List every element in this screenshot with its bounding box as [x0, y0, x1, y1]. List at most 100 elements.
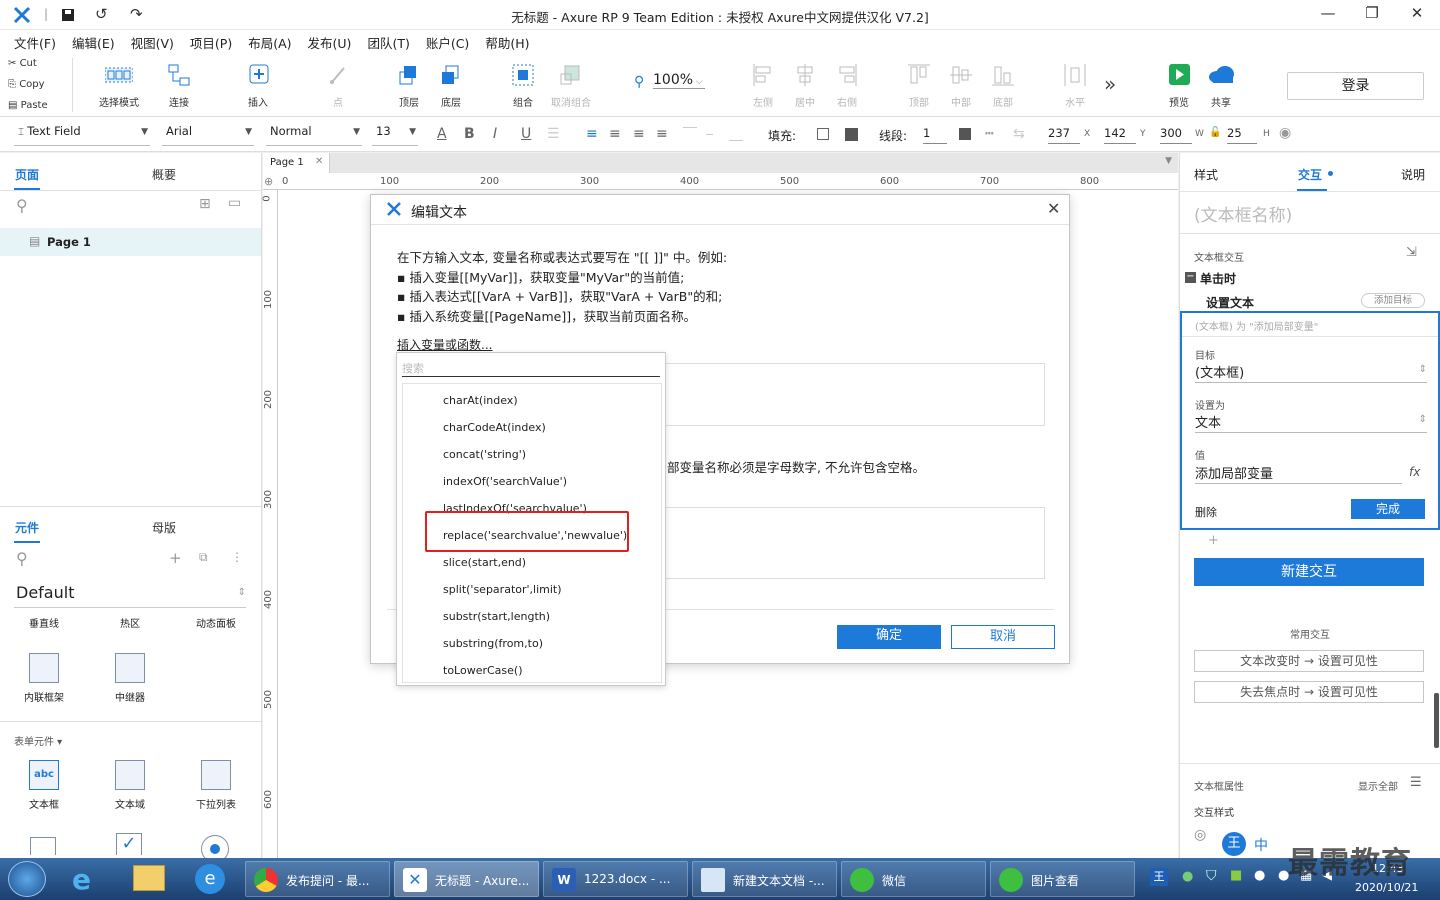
- search-icon[interactable]: ⚲: [16, 549, 28, 568]
- set-to-select[interactable]: 文本 ⇕: [1195, 412, 1427, 433]
- delete-action-link[interactable]: 删除: [1195, 504, 1217, 520]
- widget-text-field[interactable]: abc 文本框: [14, 760, 74, 811]
- function-item[interactable]: charCodeAt(index): [443, 421, 546, 434]
- library-select[interactable]: Default ⇕: [14, 583, 246, 608]
- insert-button[interactable]: 插入: [230, 62, 286, 109]
- close-tab-icon[interactable]: ✕: [315, 156, 323, 167]
- explorer-folder-icon[interactable]: [133, 865, 165, 891]
- radio-icon[interactable]: ◎: [1194, 827, 1206, 843]
- add-library-icon[interactable]: +: [169, 549, 182, 567]
- function-item[interactable]: toLowerCase(): [443, 664, 523, 677]
- ime-mode-indicator[interactable]: 中: [1254, 835, 1268, 855]
- font-family-select[interactable]: Arial ▼: [162, 124, 254, 146]
- cancel-button[interactable]: 取消: [951, 625, 1055, 649]
- common-interaction-text-change[interactable]: 文本改变时 → 设置可见性: [1194, 650, 1424, 672]
- function-item[interactable]: substring(from,to): [443, 637, 543, 650]
- tab-masters[interactable]: 母版: [152, 519, 176, 536]
- expand-icon[interactable]: ⇲: [1406, 245, 1417, 260]
- insert-variable-link[interactable]: 插入变量或函数...: [397, 336, 492, 353]
- ungroup-button[interactable]: 取消组合: [543, 62, 599, 109]
- done-button[interactable]: 完成: [1351, 499, 1425, 519]
- add-folder-icon[interactable]: ▭: [228, 195, 241, 211]
- menu-project[interactable]: 项目(P): [190, 33, 232, 52]
- collapse-minus-icon[interactable]: −: [1185, 272, 1196, 283]
- page-item-page1[interactable]: ▤ Page 1: [0, 228, 261, 256]
- lock-ratio-icon[interactable]: 🔓: [1209, 127, 1221, 138]
- minimize-button[interactable]: —: [1316, 4, 1340, 26]
- tab-notes[interactable]: 说明: [1401, 166, 1425, 183]
- send-to-back-button[interactable]: 底层: [423, 62, 479, 109]
- cut-button[interactable]: ✂ Cut: [8, 58, 37, 69]
- menu-file[interactable]: 文件(F): [14, 33, 56, 52]
- tab-style[interactable]: 样式: [1194, 166, 1218, 183]
- widget-inline-frame[interactable]: 内联框架: [14, 653, 74, 704]
- width-input[interactable]: 300: [1160, 126, 1192, 144]
- common-interaction-lost-focus[interactable]: 失去焦点时 → 设置可见性: [1194, 681, 1424, 703]
- menu-arrange[interactable]: 布局(A): [248, 33, 291, 52]
- align-text-right-icon[interactable]: ≡: [633, 126, 645, 142]
- valign-middle-icon[interactable]: ⎯: [706, 126, 713, 142]
- task-chrome[interactable]: 发布提问 - 最...: [245, 861, 390, 897]
- height-input[interactable]: 25: [1227, 126, 1257, 144]
- distribute-horizontal-button[interactable]: 水平: [1047, 62, 1103, 109]
- bold-icon[interactable]: B: [464, 126, 475, 142]
- dialog-close-button[interactable]: ✕: [1047, 199, 1060, 218]
- widget-repeater[interactable]: 中继器: [100, 653, 160, 704]
- menu-help[interactable]: 帮助(H): [485, 33, 529, 52]
- task-axure[interactable]: ✕ 无标题 - Axure...: [394, 861, 539, 897]
- align-text-justify-icon[interactable]: ≡: [656, 126, 668, 142]
- tab-widgets[interactable]: 元件: [15, 519, 39, 536]
- align-text-center-icon[interactable]: ≡: [609, 126, 621, 142]
- valign-bottom-icon[interactable]: ⎽: [729, 126, 743, 142]
- underline-icon[interactable]: U: [521, 126, 531, 142]
- font-style-select[interactable]: Normal ▼: [266, 124, 362, 146]
- library-copy-icon[interactable]: ⧉: [199, 550, 208, 565]
- tray-qq-icon[interactable]: ●: [1254, 868, 1265, 883]
- tab-list-chevron-icon[interactable]: ▼: [1165, 156, 1172, 166]
- new-interaction-button[interactable]: 新建交互: [1194, 558, 1424, 586]
- widget-vertical-line[interactable]: 垂直线: [14, 615, 74, 630]
- login-button[interactable]: 登录: [1287, 72, 1424, 100]
- tab-outline[interactable]: 概要: [152, 166, 176, 183]
- value-input[interactable]: 添加局部变量: [1195, 463, 1402, 484]
- align-text-left-icon[interactable]: ≡: [586, 126, 598, 142]
- task-notepad[interactable]: 新建文本文档 -...: [692, 861, 837, 897]
- form-widgets-section[interactable]: 表单元件 ▾: [14, 733, 62, 748]
- function-item[interactable]: indexOf('searchValue'): [443, 475, 567, 488]
- widget-type-select[interactable]: ⌶ Text Field ▼: [14, 124, 150, 146]
- task-image-viewer[interactable]: 图片查看: [990, 861, 1135, 897]
- font-size-select[interactable]: 13 ▼: [372, 124, 418, 146]
- italic-icon[interactable]: I: [493, 126, 497, 142]
- browser-icon[interactable]: e: [195, 864, 225, 894]
- checkbox-icon[interactable]: ✓: [116, 833, 142, 855]
- function-item[interactable]: concat('string'): [443, 448, 526, 461]
- function-item[interactable]: substr(start,length): [443, 610, 550, 623]
- tab-page1[interactable]: Page 1 ✕: [263, 153, 330, 173]
- start-button[interactable]: [8, 861, 46, 897]
- widget-name-input[interactable]: (文本框名称): [1194, 201, 1292, 226]
- line-width-input[interactable]: 1: [923, 126, 947, 144]
- connect-button[interactable]: 连接: [151, 62, 207, 109]
- scrollbar-thumb[interactable]: [1434, 693, 1439, 748]
- function-item[interactable]: slice(start,end): [443, 556, 526, 569]
- align-right-button[interactable]: 右侧: [819, 62, 875, 109]
- tray-nvidia-icon[interactable]: ■: [1230, 868, 1242, 883]
- menu-edit[interactable]: 编辑(E): [72, 33, 115, 52]
- tray-wechat-icon[interactable]: ●: [1182, 869, 1193, 884]
- search-icon[interactable]: ⚲: [16, 196, 28, 215]
- fill-color-swatch[interactable]: [817, 128, 829, 140]
- fill-image-icon[interactable]: [845, 128, 858, 141]
- add-target-button[interactable]: 添加目标: [1361, 293, 1425, 308]
- menu-account[interactable]: 账户(C): [426, 33, 469, 52]
- x-input[interactable]: 237: [1048, 126, 1080, 144]
- point-button[interactable]: 点: [310, 62, 366, 109]
- menu-view[interactable]: 视图(V): [131, 33, 174, 52]
- widget-text-area[interactable]: 文本域: [100, 760, 160, 811]
- action-set-text[interactable]: 设置文本: [1206, 294, 1254, 311]
- widget-dynamic-panel[interactable]: 动态面板: [186, 615, 246, 630]
- widget-hotspot[interactable]: 热区: [100, 615, 160, 630]
- tab-pages[interactable]: 页面: [15, 166, 39, 183]
- zoom-select[interactable]: 100% ⌵: [653, 72, 705, 89]
- menu-publish[interactable]: 发布(U): [308, 33, 352, 52]
- tray-ime-icon[interactable]: 王: [1150, 868, 1168, 886]
